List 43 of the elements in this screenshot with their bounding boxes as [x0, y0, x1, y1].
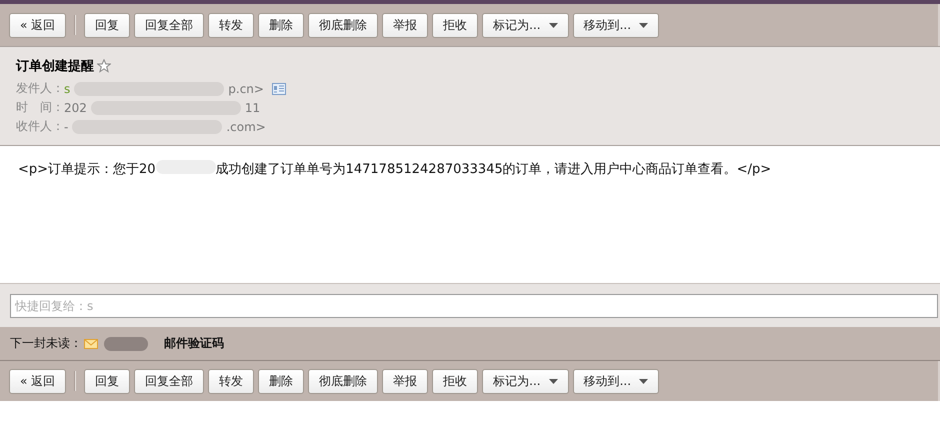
- field-value: -: [64, 120, 68, 134]
- toolbar-button[interactable]: 转发: [208, 12, 254, 38]
- toolbar-button[interactable]: 回复全部: [134, 368, 204, 394]
- back-button[interactable]: « 返回: [9, 368, 66, 394]
- toolbar-button[interactable]: 举报: [382, 368, 428, 394]
- star-icon[interactable]: [97, 59, 111, 73]
- toolbar-button[interactable]: 彻底删除: [308, 368, 378, 394]
- toolbar-button[interactable]: 转发: [208, 368, 254, 394]
- next-unread-label: 下一封未读：: [10, 335, 82, 352]
- body-text: <p>订单提示：您于20: [18, 161, 156, 178]
- field-value: 11: [244, 100, 260, 114]
- caret-icon: [548, 378, 558, 384]
- next-unread-link[interactable]: 邮件验证码: [164, 335, 224, 352]
- contact-card-icon[interactable]: [272, 82, 286, 94]
- redacted-blur: [104, 336, 148, 350]
- field-label: 收件人：: [16, 118, 64, 135]
- toolbar-button[interactable]: 回复全部: [134, 12, 204, 38]
- dropdown-button[interactable]: 标记为...: [482, 12, 569, 38]
- dropdown-button[interactable]: 移动到...: [572, 368, 660, 394]
- field-value: s: [64, 82, 70, 96]
- dropdown-button[interactable]: 标记为...: [482, 368, 569, 394]
- caret-icon: [548, 22, 558, 28]
- field-value: p.cn>: [228, 82, 264, 96]
- dropdown-button[interactable]: 移动到...: [572, 12, 660, 38]
- mail-subject: 订单创建提醒: [16, 58, 94, 75]
- field-label: 时 间：: [16, 99, 64, 116]
- body-text: 成功创建了订单单号为1471785124287033345的订单，请进入用户中心商品订单查看。</p>: [216, 161, 772, 178]
- caret-icon: [639, 22, 648, 28]
- envelope-icon: [84, 338, 98, 348]
- toolbar-button[interactable]: 回复: [84, 368, 130, 394]
- toolbar-button[interactable]: 回复: [84, 12, 130, 38]
- field-value: 202: [64, 100, 87, 114]
- field-value: .com>: [226, 120, 266, 134]
- toolbar-button[interactable]: 彻底删除: [308, 12, 378, 38]
- back-button[interactable]: « 返回: [9, 12, 66, 38]
- toolbar-button[interactable]: 删除: [258, 12, 304, 38]
- field-label: 发件人：: [16, 80, 64, 97]
- caret-icon: [639, 378, 648, 384]
- toolbar-button[interactable]: 拒收: [432, 368, 478, 394]
- quick-reply-field[interactable]: 快捷回复给：s: [10, 294, 938, 318]
- toolbar-button[interactable]: 删除: [258, 368, 304, 394]
- toolbar-button[interactable]: 举报: [382, 12, 428, 38]
- toolbar-button[interactable]: 拒收: [432, 12, 478, 38]
